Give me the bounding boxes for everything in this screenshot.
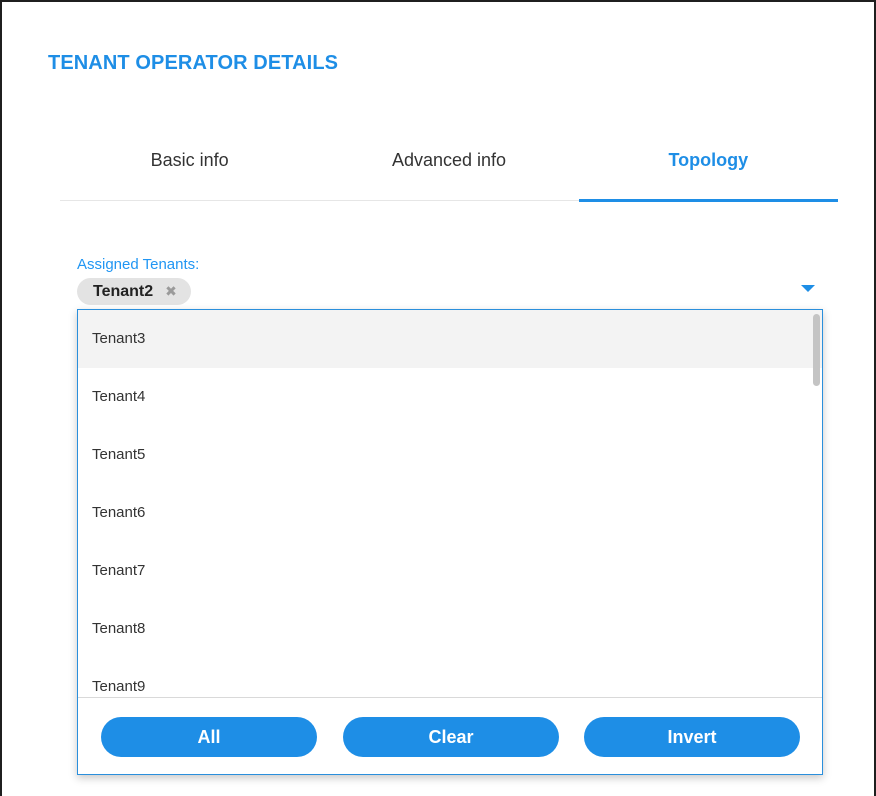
- list-item[interactable]: Tenant8: [78, 600, 822, 658]
- tenant-dropdown-panel: Tenant3 Tenant4 Tenant5 Tenant6 Tenant7 …: [77, 309, 823, 775]
- select-all-button[interactable]: All: [101, 717, 317, 757]
- page-title: TENANT OPERATOR DETAILS: [48, 52, 339, 74]
- list-item[interactable]: Tenant4: [78, 368, 822, 426]
- tab-bar: Basic info Advanced info Topology: [60, 132, 839, 202]
- dropdown-footer: All Clear Invert: [78, 697, 822, 774]
- list-item[interactable]: Tenant6: [78, 484, 822, 542]
- dialog-frame: TENANT OPERATOR DETAILS Basic info Advan…: [0, 0, 876, 796]
- tenant-options-list[interactable]: Tenant3 Tenant4 Tenant5 Tenant6 Tenant7 …: [78, 310, 822, 698]
- scrollbar[interactable]: [813, 314, 820, 386]
- clear-button[interactable]: Clear: [343, 717, 559, 757]
- close-icon[interactable]: ✖: [165, 283, 177, 300]
- list-item[interactable]: Tenant3: [78, 310, 822, 368]
- tenant-chip: Tenant2 ✖: [77, 278, 191, 305]
- tenant-chip-label: Tenant2: [93, 282, 154, 300]
- invert-button[interactable]: Invert: [584, 717, 800, 757]
- list-item[interactable]: Tenant7: [78, 542, 822, 600]
- caret-down-icon[interactable]: [801, 285, 815, 292]
- list-item[interactable]: Tenant5: [78, 426, 822, 484]
- list-item[interactable]: Tenant9: [78, 658, 822, 698]
- tab-basic-info[interactable]: Basic info: [60, 132, 319, 200]
- tab-advanced-info[interactable]: Advanced info: [319, 132, 578, 200]
- tab-topology[interactable]: Topology: [578, 132, 839, 202]
- assigned-tenants-label: Assigned Tenants:: [77, 256, 200, 273]
